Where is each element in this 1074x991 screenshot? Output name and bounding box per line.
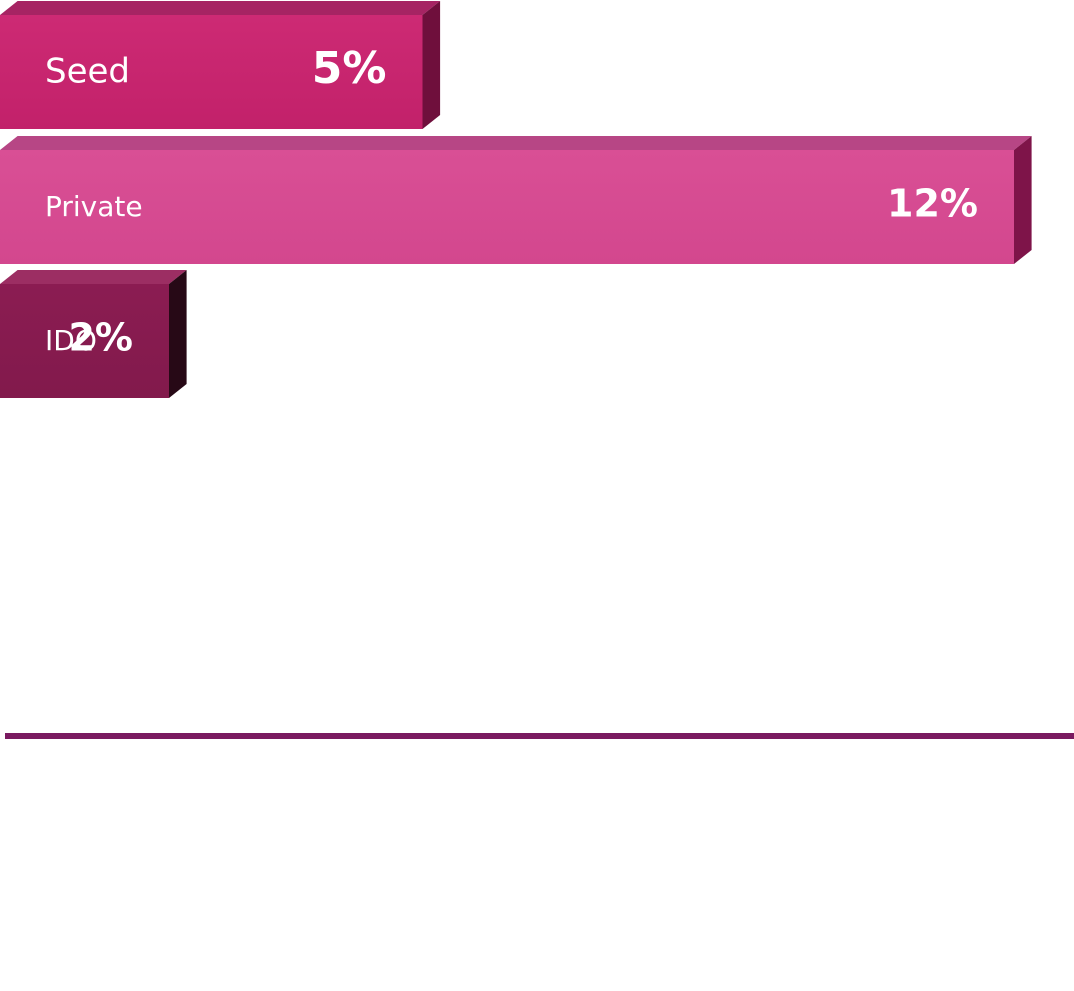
value-label-private: 12% [887, 182, 978, 226]
bar-private [0, 150, 1014, 264]
bar-chart: Seed 5%Private 12%IDO2% [0, 1, 1032, 398]
bar-top-private [0, 136, 1032, 150]
divider-line [5, 733, 1074, 739]
bar-top-seed [0, 1, 441, 15]
bar-side-seed [422, 1, 441, 129]
value-label-ido: 2% [68, 316, 133, 360]
bar-label-seed: Seed [45, 52, 130, 92]
bar-top-ido [0, 270, 187, 284]
bar-side-private [1014, 136, 1032, 264]
value-label-seed: 5% [312, 43, 387, 94]
bar-side-ido [169, 270, 187, 398]
bar-label-private: Private [45, 190, 143, 223]
